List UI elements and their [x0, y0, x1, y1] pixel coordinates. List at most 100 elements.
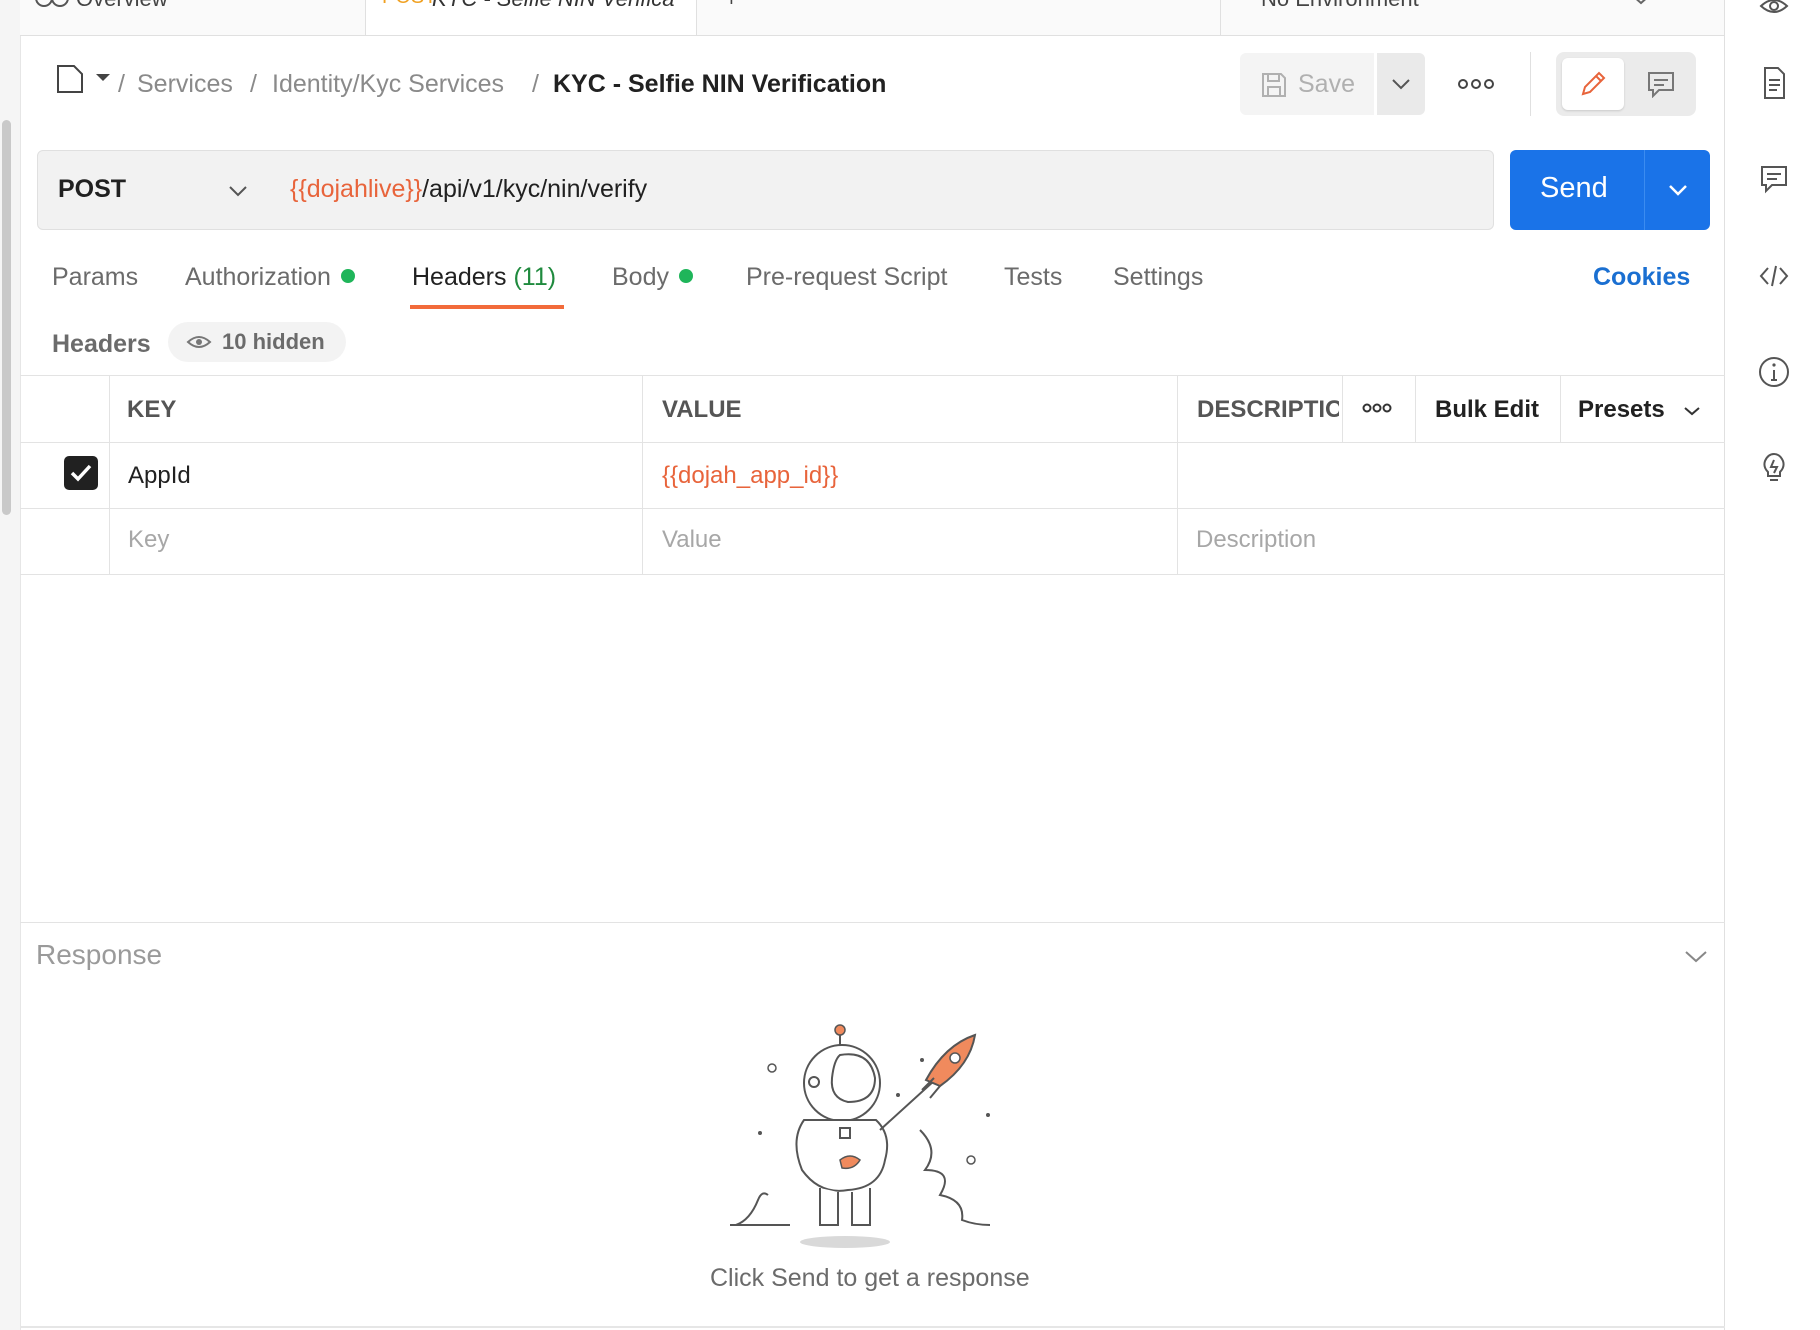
column-divider [1177, 375, 1178, 575]
tab-tests[interactable]: Tests [1004, 263, 1062, 292]
tab-strip: Overview POST KYC - Selfie NIN Verifica … [20, 0, 1725, 36]
table-divider [20, 574, 1725, 575]
presets-dropdown[interactable]: Presets [1578, 396, 1701, 424]
info-icon[interactable] [1757, 355, 1791, 389]
header-key-cell[interactable]: AppId [128, 462, 191, 490]
tab-settings[interactable]: Settings [1113, 263, 1203, 292]
eye-icon [186, 336, 212, 348]
column-divider [1415, 375, 1416, 442]
response-title: Response [36, 939, 163, 970]
tab-overview[interactable]: Overview [20, 0, 366, 35]
headers-section-label: Headers [52, 330, 151, 358]
column-divider [109, 375, 110, 575]
hidden-headers-toggle[interactable]: 10 hidden [168, 322, 346, 362]
chevron-down-icon [1392, 79, 1410, 90]
header-value-cell[interactable]: {{dojah_app_id}} [662, 462, 838, 490]
more-icon [1458, 79, 1494, 89]
save-icon [1262, 73, 1286, 97]
hidden-headers-label: 10 hidden [222, 329, 325, 354]
breadcrumb-current[interactable]: KYC - Selfie NIN Verification [553, 70, 886, 99]
column-header-description: DESCRIPTIO [1197, 396, 1339, 423]
column-divider [642, 375, 643, 575]
column-header-value: VALUE [662, 396, 742, 423]
send-divider [1644, 150, 1645, 230]
response-divider [20, 922, 1725, 923]
breadcrumb-separator: / [532, 70, 539, 98]
status-dot [678, 269, 693, 284]
column-divider [1560, 375, 1561, 442]
tab-active-request[interactable]: POST KYC - Selfie NIN Verifica [365, 0, 697, 35]
tab-prerequest-script[interactable]: Pre-request Script [746, 263, 947, 292]
new-value-input[interactable]: Value [662, 526, 722, 554]
status-dot [340, 269, 355, 284]
tab-body[interactable]: Body [612, 263, 693, 292]
left-scrollbar[interactable] [0, 0, 21, 1330]
bulk-edit-button[interactable]: Bulk Edit [1435, 396, 1539, 424]
breadcrumb-separator: / [118, 70, 125, 98]
method-label: POST [58, 175, 127, 203]
pencil-icon [1581, 71, 1606, 96]
environment-selector[interactable]: No Environment [1220, 0, 1726, 35]
headers-count: (11) [513, 263, 557, 291]
comment-icon [1648, 72, 1674, 98]
collapse-response-icon[interactable] [1682, 946, 1710, 966]
edit-mode-button[interactable] [1562, 58, 1624, 110]
comments-icon[interactable] [1757, 162, 1791, 196]
toolbar-divider [1530, 52, 1531, 116]
more-actions-button[interactable] [1448, 60, 1504, 108]
chevron-down-icon [1684, 406, 1701, 415]
method-select[interactable]: POST [37, 150, 269, 230]
tab-authorization[interactable]: Authorization [185, 263, 355, 292]
tab-body-label: Body [612, 263, 669, 291]
url-path: /api/v1/kyc/nin/verify [422, 175, 648, 203]
overview-icon [35, 0, 69, 7]
documentation-icon[interactable] [1757, 66, 1791, 100]
breadcrumb-item-identity[interactable]: Identity/Kyc Services [272, 70, 504, 99]
astronaut-rocket-illustration [730, 1024, 991, 1248]
table-divider [20, 442, 1725, 443]
collection-icon[interactable] [56, 64, 114, 94]
save-options-button[interactable] [1377, 53, 1425, 115]
chevron-down-icon [229, 186, 247, 197]
column-header-key: KEY [127, 396, 177, 423]
bottom-border [20, 1326, 1725, 1328]
checkmark-icon [70, 464, 92, 482]
send-button[interactable]: Send [1510, 150, 1710, 230]
code-icon[interactable] [1757, 259, 1791, 293]
save-label: Save [1298, 70, 1355, 98]
url-variable: {{dojahlive}} [290, 175, 423, 203]
cookies-link[interactable]: Cookies [1593, 263, 1690, 292]
column-options-icon[interactable] [1362, 402, 1392, 414]
new-description-input[interactable]: Description [1196, 526, 1316, 554]
column-divider [1342, 375, 1343, 442]
tab-overview-label: Overview [76, 0, 168, 12]
send-label: Send [1540, 172, 1608, 204]
table-divider [20, 508, 1725, 509]
save-button[interactable]: Save [1240, 53, 1374, 115]
right-sidebar [1724, 0, 1820, 1330]
new-key-input[interactable]: Key [128, 526, 169, 554]
new-tab-label: + [725, 0, 738, 12]
row-enabled-checkbox[interactable] [64, 456, 98, 490]
url-input[interactable]: {{dojahlive}}/api/v1/kyc/nin/verify [268, 150, 1494, 230]
send-options-chevron-icon[interactable] [1668, 184, 1688, 196]
tab-params[interactable]: Params [52, 263, 138, 292]
chevron-down-icon [1636, 0, 1646, 5]
breadcrumb-item-services[interactable]: Services [137, 70, 233, 99]
lightbulb-icon[interactable] [1757, 450, 1791, 484]
tab-headers-label: Headers [412, 263, 507, 291]
chevron-down-icon [96, 74, 110, 81]
comment-mode-button[interactable] [1630, 58, 1692, 110]
response-empty-hint: Click Send to get a response [710, 1264, 1030, 1292]
environment-label: No Environment [1261, 0, 1419, 12]
new-tab-button[interactable]: + [695, 0, 755, 35]
tab-headers[interactable]: Headers (11) [412, 263, 556, 292]
tab-authorization-label: Authorization [185, 263, 331, 291]
tab-method: POST [382, 0, 436, 9]
presets-label: Presets [1578, 396, 1665, 423]
scrollbar-thumb[interactable] [2, 120, 11, 515]
eye-settings-icon[interactable] [1757, 0, 1791, 20]
active-tab-indicator [410, 305, 564, 309]
breadcrumb-separator: / [250, 70, 257, 98]
table-divider [20, 375, 1725, 376]
